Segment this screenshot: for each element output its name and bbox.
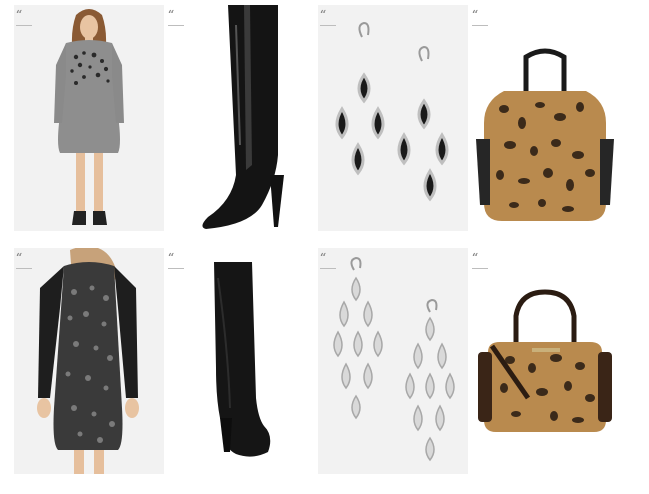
product-tile-4[interactable]: “ <box>470 5 620 231</box>
black-teardrop-chandelier-earrings-product-icon <box>335 21 449 202</box>
product-tile-1[interactable]: “ <box>14 5 164 231</box>
quote-divider <box>16 25 32 26</box>
leopard-print-satchel-bag-product-icon <box>478 289 612 432</box>
quote-divider <box>16 268 32 269</box>
silver-petal-chandelier-earrings-product-icon <box>333 256 455 462</box>
product-tile-3[interactable]: “ <box>318 5 468 231</box>
quote-icon: “ <box>472 8 479 21</box>
quote-divider <box>320 25 336 26</box>
leopard-print-tote-bag-product-icon <box>476 48 614 221</box>
leopard-sequin-sweater-dress-product-icon <box>37 248 139 474</box>
quote-icon: “ <box>320 8 327 21</box>
gray-sweater-dress-product-icon <box>54 9 124 225</box>
quote-icon: “ <box>168 251 175 264</box>
quote-icon: “ <box>472 251 479 264</box>
product-tile-5[interactable]: “ <box>14 248 164 474</box>
quote-divider <box>168 25 184 26</box>
quote-icon: “ <box>168 8 175 21</box>
quote-divider <box>472 268 488 269</box>
product-tile-2[interactable]: “ <box>166 5 316 231</box>
black-patent-knee-boot-product-icon <box>202 5 284 229</box>
quote-divider <box>320 268 336 269</box>
quote-divider <box>472 25 488 26</box>
product-tile-6[interactable]: “ <box>166 248 316 474</box>
product-tile-8[interactable]: “ <box>470 248 620 474</box>
quote-icon: “ <box>16 8 23 21</box>
quote-divider <box>168 268 184 269</box>
quote-icon: “ <box>320 251 327 264</box>
quote-icon: “ <box>16 251 23 264</box>
product-tile-7[interactable]: “ <box>318 248 468 474</box>
black-suede-over-knee-boot-product-icon <box>214 262 271 457</box>
